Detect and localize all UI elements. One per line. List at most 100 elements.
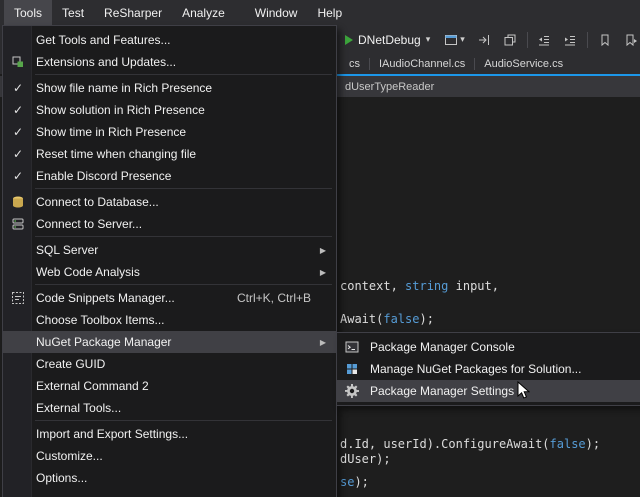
submenu-arrow-icon [320, 338, 326, 347]
code-text: input, [448, 279, 499, 293]
outdent-button[interactable] [535, 31, 553, 49]
menu-item-sql-server[interactable]: SQL Server [3, 239, 336, 261]
menu-item-get-tools-and-features[interactable]: Get Tools and Features... [3, 29, 336, 51]
database-icon [3, 195, 33, 209]
debug-target-label: DNetDebug [358, 33, 421, 47]
find-in-files-button[interactable]: ▾ [442, 31, 467, 49]
code-keyword: false [383, 312, 419, 326]
code-text: d.Id, userId).ConfigureAwait( [340, 437, 550, 451]
code-line: dUser); [340, 452, 391, 466]
start-debug-button[interactable]: DNetDebug ▾ [341, 31, 434, 49]
menu-item-choose-toolbox-items[interactable]: Choose Toolbox Items... [3, 309, 336, 331]
type-name-dropdown[interactable]: dUserTypeReader [345, 81, 434, 93]
menu-item-connect-to-database[interactable]: Connect to Database... [3, 191, 336, 213]
menu-item-customize[interactable]: Customize... [3, 445, 336, 467]
bookmark-icon [598, 33, 612, 47]
code-keyword: string [405, 279, 448, 293]
menu-item-shortcut: Ctrl+K, Ctrl+B [237, 291, 329, 305]
menubar-item-window[interactable]: Window [245, 0, 308, 26]
menu-item-label: External Command 2 [33, 379, 149, 393]
server-icon [3, 217, 33, 231]
menu-item-label: Manage NuGet Packages for Solution... [367, 362, 581, 376]
code-text: ); [354, 475, 368, 489]
console-icon [337, 340, 367, 354]
extensions-icon [3, 55, 33, 69]
menu-item-external-tools[interactable]: External Tools... [3, 397, 336, 419]
menu-item-label: Create GUID [33, 357, 105, 371]
menu-item-label: Import and Export Settings... [33, 427, 188, 441]
menu-item-web-code-analysis[interactable]: Web Code Analysis [3, 261, 336, 283]
menubar-item-analyze[interactable]: Analyze [172, 0, 235, 26]
menubar-item-resharper[interactable]: ReSharper [94, 0, 172, 26]
code-line: context, string input, [340, 279, 499, 293]
next-bookmark-button[interactable] [622, 31, 640, 49]
menu-separator [35, 74, 332, 75]
menubar-item-tools[interactable]: Tools [4, 0, 52, 26]
tab-iaudiochannel[interactable]: IAudioChannel.cs [370, 56, 474, 72]
menubar-item-help[interactable]: Help [307, 0, 352, 26]
indent-icon [563, 33, 577, 47]
menu-separator [35, 284, 332, 285]
code-text: Await( [340, 312, 383, 326]
gear-icon [337, 384, 367, 398]
indent-button[interactable] [561, 31, 579, 49]
tools-menu: Get Tools and Features... Extensions and… [2, 25, 337, 497]
menu-item-reset-time[interactable]: Reset time when changing file [3, 143, 336, 165]
code-text: ); [419, 312, 433, 326]
menu-item-label: Reset time when changing file [33, 147, 196, 161]
play-icon [345, 35, 353, 45]
toolbar-separator [527, 32, 528, 48]
menu-separator [35, 236, 332, 237]
menu-item-label: Extensions and Updates... [33, 55, 176, 69]
navigate-arrow-icon [477, 33, 491, 47]
menu-item-label: Show solution in Rich Presence [33, 103, 205, 117]
menu-item-label: Enable Discord Presence [33, 169, 171, 183]
tab-partial[interactable]: cs [340, 56, 369, 72]
menu-item-enable-discord-presence[interactable]: Enable Discord Presence [3, 165, 336, 187]
submenu-arrow-icon [320, 268, 326, 277]
menu-item-label: Package Manager Console [367, 340, 515, 354]
menu-item-connect-to-server[interactable]: Connect to Server... [3, 213, 336, 235]
menu-item-label: Choose Toolbox Items... [33, 313, 165, 327]
menubar: Tools Test ReSharper Analyze Window Help [0, 0, 640, 26]
code-line: se); [340, 475, 369, 489]
menu-item-create-guid[interactable]: Create GUID [3, 353, 336, 375]
menubar-item-test[interactable]: Test [52, 0, 94, 26]
bookmark-next-icon [624, 33, 638, 47]
chevron-down-icon: ▾ [460, 35, 465, 45]
toggle-bookmark-button[interactable] [596, 31, 614, 49]
tab-audioservice[interactable]: AudioService.cs [475, 56, 572, 72]
menu-item-label: Package Manager Settings [367, 384, 514, 398]
menu-item-label: Code Snippets Manager... [33, 291, 175, 305]
outdent-icon [537, 33, 551, 47]
nuget-packages-icon [337, 362, 367, 376]
submenu-item-package-manager-settings[interactable]: Package Manager Settings [337, 380, 640, 402]
code-keyword: false [550, 437, 586, 451]
chevron-down-icon: ▾ [426, 35, 431, 45]
menu-item-show-file-name[interactable]: Show file name in Rich Presence [3, 77, 336, 99]
nuget-submenu: Package Manager Console Manage NuGet Pac… [336, 332, 640, 406]
checkmark-icon [3, 81, 33, 95]
menu-item-external-command-2[interactable]: External Command 2 [3, 375, 336, 397]
submenu-item-package-manager-console[interactable]: Package Manager Console [337, 336, 640, 358]
code-line: d.Id, userId).ConfigureAwait(false); [340, 437, 600, 451]
menu-item-extensions-and-updates[interactable]: Extensions and Updates... [3, 51, 336, 73]
code-text: context, [340, 279, 405, 293]
menu-item-show-time[interactable]: Show time in Rich Presence [3, 121, 336, 143]
toolbar-separator [587, 32, 588, 48]
window-layout-button[interactable] [501, 31, 519, 49]
menu-item-label: External Tools... [33, 401, 121, 415]
menu-item-import-and-export-settings[interactable]: Import and Export Settings... [3, 423, 336, 445]
menu-item-nuget-package-manager[interactable]: NuGet Package Manager [3, 331, 336, 353]
submenu-arrow-icon [320, 246, 326, 255]
checkmark-icon [3, 147, 33, 161]
code-keyword: se [340, 475, 354, 489]
submenu-item-manage-nuget-packages[interactable]: Manage NuGet Packages for Solution... [337, 358, 640, 380]
menu-item-options[interactable]: Options... [3, 467, 336, 489]
navigate-to-button[interactable] [475, 31, 493, 49]
checkmark-icon [3, 103, 33, 117]
menu-item-code-snippets-manager[interactable]: Code Snippets Manager... Ctrl+K, Ctrl+B [3, 287, 336, 309]
menu-item-show-solution[interactable]: Show solution in Rich Presence [3, 99, 336, 121]
vs-window: context, string input, Await(false); d.I… [0, 0, 640, 497]
menu-item-label: SQL Server [33, 243, 98, 257]
